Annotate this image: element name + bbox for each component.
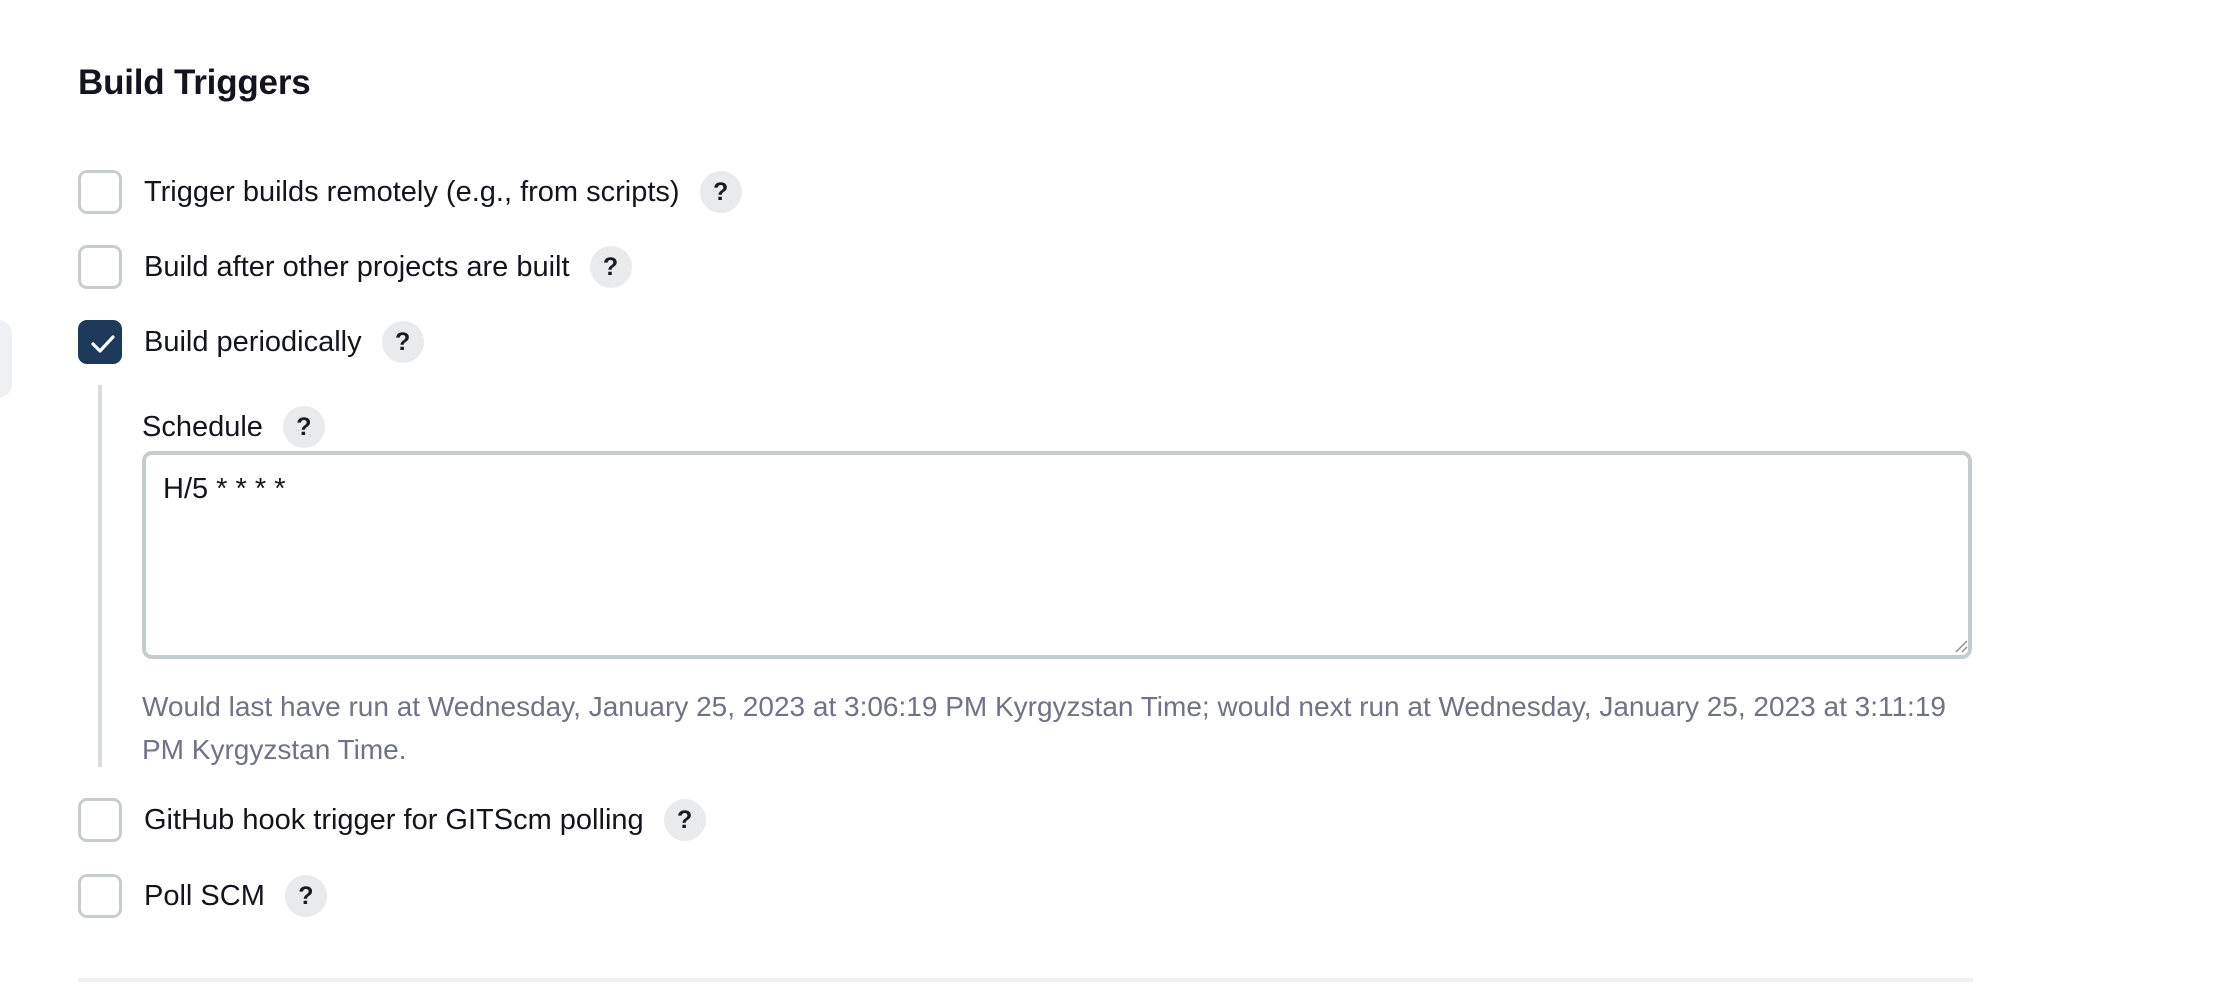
trigger-remote-help-button[interactable]: ? — [699, 171, 742, 213]
trigger-remote-row: Trigger builds remotely (e.g., from scri… — [78, 169, 742, 215]
build-periodically-help-button[interactable]: ? — [381, 321, 424, 363]
build-periodically-checkbox[interactable] — [78, 320, 122, 364]
github-hook-help-button[interactable]: ? — [663, 799, 706, 841]
github-hook-checkbox[interactable] — [78, 798, 122, 842]
poll-scm-label[interactable]: Poll SCM — [144, 873, 265, 919]
side-panel-edge — [0, 320, 12, 398]
build-periodically-options: Schedule ? H/5 * * * * Would last have r… — [98, 385, 1972, 767]
resize-grip-icon[interactable] — [1954, 639, 1968, 653]
trigger-remote-label[interactable]: Trigger builds remotely (e.g., from scri… — [144, 169, 680, 215]
github-hook-label[interactable]: GitHub hook trigger for GITScm polling — [144, 797, 644, 843]
schedule-help-button[interactable]: ? — [282, 406, 325, 448]
build-after-other-row: Build after other projects are built ? — [78, 244, 632, 290]
build-after-other-label[interactable]: Build after other projects are built — [144, 244, 570, 290]
trigger-remote-checkbox[interactable] — [78, 170, 122, 214]
section-title: Build Triggers — [78, 63, 311, 102]
poll-scm-checkbox[interactable] — [78, 874, 122, 918]
build-after-other-help-button[interactable]: ? — [589, 246, 632, 288]
schedule-run-info: Would last have run at Wednesday, Januar… — [142, 691, 1946, 765]
poll-scm-help-button[interactable]: ? — [284, 875, 327, 917]
poll-scm-row: Poll SCM ? — [78, 873, 327, 919]
section-divider — [78, 978, 1973, 982]
build-periodically-label[interactable]: Build periodically — [144, 319, 362, 365]
check-icon — [91, 335, 115, 353]
build-periodically-row: Build periodically ? — [78, 319, 424, 365]
schedule-textarea[interactable]: H/5 * * * * — [142, 451, 1972, 659]
build-after-other-checkbox[interactable] — [78, 245, 122, 289]
schedule-label-row: Schedule ? — [142, 406, 325, 448]
github-hook-row: GitHub hook trigger for GITScm polling ? — [78, 797, 706, 843]
schedule-label: Schedule — [142, 411, 263, 443]
